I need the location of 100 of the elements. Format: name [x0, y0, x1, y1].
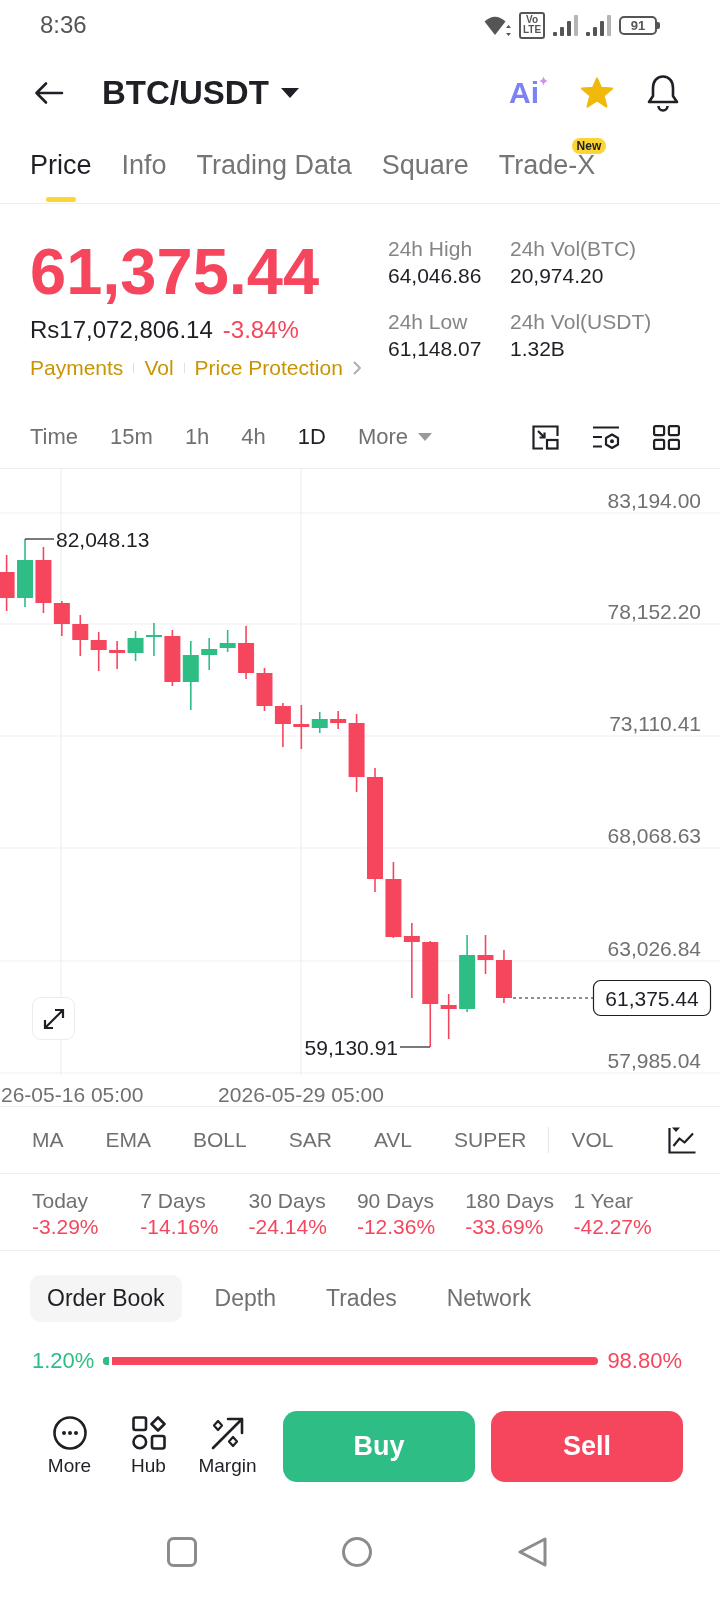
- stat-label: 24h High: [388, 236, 474, 262]
- candle: [17, 538, 33, 608]
- pair-selector[interactable]: BTC/USDT: [102, 72, 299, 113]
- tab[interactable]: Info: [121, 135, 167, 203]
- stat-value: 1.32B: [510, 336, 566, 362]
- candle: [145, 622, 162, 657]
- price-axis-label: 78,152.20: [607, 600, 701, 623]
- period-label: 7 Days: [140, 1188, 207, 1214]
- candle: [164, 629, 181, 687]
- candle: [238, 625, 255, 680]
- home-icon[interactable]: [342, 1537, 372, 1567]
- quick-link[interactable]: Payments: [30, 355, 124, 381]
- indicator-tab[interactable]: MA: [32, 1127, 64, 1153]
- interval-tab[interactable]: 1h: [184, 423, 210, 451]
- leader-line: [399, 1046, 431, 1048]
- chart-settings-icon[interactable]: [592, 424, 620, 450]
- stat-value: 20,974.20: [510, 263, 605, 289]
- tab[interactable]: Price: [30, 135, 92, 203]
- apps-grid-icon: [131, 1416, 166, 1450]
- star-icon[interactable]: [580, 76, 614, 109]
- price-axis-label: 73,110.41: [609, 712, 701, 735]
- interval-tab[interactable]: 1D: [297, 423, 326, 451]
- signal-icon: [553, 14, 578, 36]
- stat-label: 24h Vol(USDT): [510, 309, 653, 335]
- price-axis-label: 83,194.00: [607, 489, 701, 512]
- grid-icon[interactable]: [653, 424, 680, 450]
- quick-link[interactable]: Vol: [144, 355, 174, 381]
- book-tab[interactable]: Order Book: [30, 1275, 182, 1322]
- candle: [182, 640, 199, 711]
- date-axis-label: 2026-05-29 05:00: [218, 1083, 384, 1106]
- candle: [109, 640, 126, 670]
- expand-button[interactable]: [32, 997, 75, 1040]
- indicator-tab[interactable]: BOLL: [193, 1127, 247, 1153]
- sparkle-icon: [539, 75, 548, 86]
- period-change: -14.16%: [140, 1214, 220, 1240]
- period-change: -24.14%: [248, 1214, 328, 1240]
- indicator-tab[interactable]: AVL: [373, 1127, 413, 1153]
- battery-indicator: 91: [619, 15, 660, 35]
- sell-ratio: 98.80%: [607, 1348, 682, 1374]
- more-dropdown[interactable]: More: [357, 423, 433, 451]
- caret-icon: [418, 433, 433, 441]
- candle: [201, 637, 218, 671]
- price-axis-label: 57,985.04: [607, 1049, 701, 1072]
- stat-value: 64,046.86: [388, 263, 483, 289]
- quick-link[interactable]: Price Protection: [194, 355, 343, 381]
- action-button[interactable]: Hub: [109, 1416, 188, 1477]
- candle: [72, 614, 89, 657]
- local-price: Rs17,072,806.14: [30, 316, 213, 344]
- candle: [90, 631, 107, 672]
- signal-icon: [586, 14, 611, 36]
- price-axis-label: 68,068.63: [607, 824, 701, 847]
- back-arrow-icon[interactable]: [34, 80, 64, 105]
- period-label: 180 Days: [465, 1188, 555, 1214]
- period-change: -12.36%: [356, 1214, 437, 1240]
- more-icon: [52, 1416, 87, 1450]
- line-chart-icon[interactable]: [668, 1126, 696, 1154]
- indicator-tab[interactable]: VOL: [571, 1127, 614, 1153]
- period-change: -33.69%: [465, 1214, 545, 1240]
- status-time: 8:36: [40, 11, 87, 39]
- volte-badge: Vo LTE: [519, 11, 545, 39]
- tab[interactable]: Trading Data: [196, 135, 352, 203]
- tab[interactable]: Square: [381, 135, 469, 203]
- candle: [0, 554, 15, 612]
- caret-icon: [280, 87, 299, 98]
- interval-tab[interactable]: 4h: [241, 423, 266, 451]
- candle: [256, 667, 273, 712]
- back-icon[interactable]: [517, 1537, 547, 1567]
- stat-label: 24h Vol(BTC): [510, 236, 638, 262]
- period-label: Today: [32, 1188, 90, 1214]
- indicator-tab[interactable]: SUPER: [454, 1127, 527, 1153]
- date-axis-label: 26-05-16 05:00: [1, 1083, 144, 1106]
- high-price-label: 82,048.13: [56, 528, 150, 551]
- book-tab[interactable]: Network: [429, 1275, 549, 1322]
- interval-tab[interactable]: 15m: [110, 423, 153, 451]
- bell-icon[interactable]: [646, 73, 680, 112]
- period-label: 30 Days: [248, 1188, 327, 1214]
- interval-tab[interactable]: Time: [30, 423, 79, 451]
- low-price-label: 59,130.91: [304, 1036, 398, 1059]
- stat-value: 61,148.07: [388, 336, 483, 362]
- stat-label: 24h Low: [388, 309, 469, 335]
- last-price-tag: 61,375.44: [592, 979, 712, 1017]
- expand-icon: [42, 1007, 65, 1030]
- recent-apps-icon[interactable]: [167, 1537, 197, 1567]
- period-change: -3.29%: [32, 1214, 100, 1240]
- price-change: -3.84%: [222, 316, 299, 344]
- indicator-tab[interactable]: SAR: [288, 1127, 332, 1153]
- price-axis-label: 63,026.84: [607, 937, 701, 960]
- book-tab[interactable]: Depth: [197, 1275, 293, 1322]
- period-label: 90 Days: [356, 1188, 435, 1214]
- sell-button[interactable]: Sell: [491, 1411, 683, 1482]
- book-tab[interactable]: Trades: [309, 1275, 414, 1322]
- action-button[interactable]: More: [30, 1416, 109, 1477]
- indicator-tab[interactable]: EMA: [105, 1127, 151, 1153]
- ai-button[interactable]: Ai: [509, 75, 548, 110]
- action-button[interactable]: Margin: [188, 1416, 267, 1477]
- candle: [274, 702, 291, 748]
- candle: [495, 949, 512, 1004]
- arrow-diamonds-icon: [210, 1416, 245, 1450]
- window-arrow-icon[interactable]: [532, 424, 559, 450]
- last-price: 61,375.44: [30, 237, 321, 307]
